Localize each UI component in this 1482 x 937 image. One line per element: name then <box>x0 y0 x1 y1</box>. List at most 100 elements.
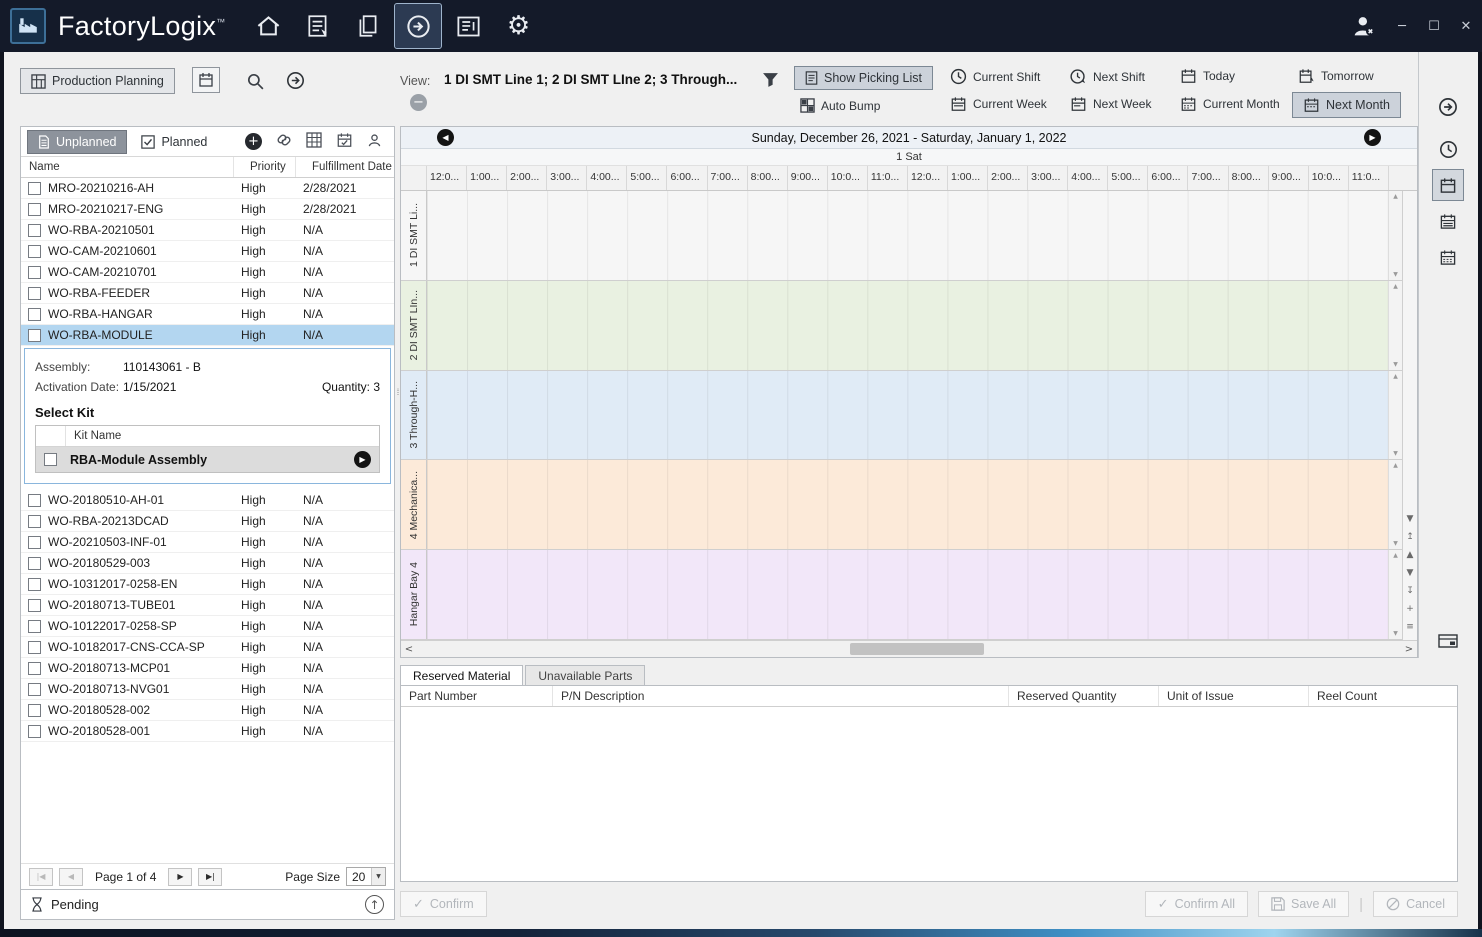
gantt-horizontal-scrollbar[interactable]: < > <box>401 640 1417 657</box>
month-view-icon[interactable] <box>1433 242 1463 272</box>
work-order-row[interactable]: WO-20180713-MCP01 High N/A <box>21 658 394 679</box>
row-checkbox[interactable] <box>28 287 41 300</box>
expand-pending-icon[interactable]: ↑ <box>365 895 384 914</box>
work-order-row[interactable]: WO-10182017-CNS-CCA-SP High N/A <box>21 637 394 658</box>
hscroll-thumb[interactable] <box>850 643 984 655</box>
user-logoff-icon[interactable] <box>1342 11 1386 41</box>
confirm-button[interactable]: ✓ Confirm <box>400 891 487 917</box>
row-checkbox[interactable] <box>28 329 41 342</box>
row-checkbox[interactable] <box>28 578 41 591</box>
tab-unavailable-parts[interactable]: Unavailable Parts <box>525 665 645 686</box>
tab-planned[interactable]: Planned <box>133 130 215 154</box>
materials-column-header[interactable]: Reel Count <box>1309 686 1457 706</box>
assign-person-icon[interactable] <box>367 133 382 151</box>
lane-scrollbar[interactable]: ▲▼ <box>1388 550 1402 639</box>
row-checkbox[interactable] <box>28 557 41 570</box>
next-week-arrow-button[interactable]: ▶ <box>1364 129 1381 146</box>
row-checkbox[interactable] <box>28 308 41 321</box>
scroll-right-icon[interactable]: > <box>1401 644 1417 655</box>
row-checkbox[interactable] <box>28 683 41 696</box>
work-order-row[interactable]: WO-RBA-20210501 High N/A <box>21 220 394 241</box>
materials-column-header[interactable]: Reserved Quantity <box>1009 686 1159 706</box>
lane-scrollbar[interactable]: ▲▼ <box>1388 460 1402 549</box>
prev-page-button[interactable]: ◀ <box>59 868 83 886</box>
scroll-down-icon[interactable]: ▼ <box>1407 515 1414 524</box>
row-checkbox[interactable] <box>28 494 41 507</box>
first-page-button[interactable]: |◀ <box>29 868 53 886</box>
cancel-button[interactable]: Cancel <box>1373 891 1458 917</box>
work-order-row[interactable]: WO-20180529-003 High N/A <box>21 553 394 574</box>
refresh-view-icon[interactable] <box>1433 92 1463 122</box>
last-page-button[interactable]: ▶| <box>198 868 222 886</box>
page-size-select[interactable]: 20 ▼ <box>346 867 386 886</box>
work-order-row[interactable]: WO-RBA-HANGAR High N/A <box>21 304 394 325</box>
current-week-button[interactable]: Current Week <box>950 96 1047 112</box>
home-icon[interactable] <box>245 4 291 48</box>
week-view-icon[interactable] <box>1433 206 1463 236</box>
scroll-down-step-icon[interactable]: ▼ <box>1407 569 1414 578</box>
lane-scrollbar[interactable]: ▲▼ <box>1388 191 1402 280</box>
shift-view-clock-icon[interactable] <box>1433 134 1463 164</box>
work-order-row[interactable]: WO-RBA-FEEDER High N/A <box>21 283 394 304</box>
materials-column-header[interactable]: Unit of Issue <box>1159 686 1309 706</box>
fit-view-icon[interactable]: ≡ <box>1406 623 1414 632</box>
production-planning-button[interactable]: Production Planning <box>20 68 175 94</box>
minimize-button[interactable]: ─ <box>1386 11 1418 41</box>
work-order-row[interactable]: WO-20180510-AH-01 High N/A <box>21 490 394 511</box>
row-checkbox[interactable] <box>28 620 41 633</box>
confirm-all-button[interactable]: ✓ Confirm All <box>1145 891 1248 917</box>
row-checkbox[interactable] <box>28 266 41 279</box>
lane-scrollbar[interactable]: ▲▼ <box>1388 281 1402 370</box>
go-to-icon[interactable] <box>286 71 305 90</box>
maximize-button[interactable]: ☐ <box>1418 11 1450 41</box>
work-order-row[interactable]: WO-20180713-TUBE01 High N/A <box>21 595 394 616</box>
reports-icon[interactable] <box>445 4 491 48</box>
next-month-button[interactable]: Next Month <box>1292 92 1401 118</box>
scroll-bottom-icon[interactable]: ↧ <box>1406 587 1414 596</box>
column-priority[interactable]: Priority <box>242 161 286 173</box>
row-checkbox[interactable] <box>28 641 41 654</box>
materials-column-header[interactable]: P/N Description <box>553 686 1009 706</box>
save-all-button[interactable]: Save All <box>1258 891 1349 917</box>
show-picking-list-button[interactable]: Show Picking List <box>794 66 933 90</box>
previous-week-arrow-button[interactable]: ◀ <box>437 129 454 146</box>
row-checkbox[interactable] <box>28 245 41 258</box>
lane-grid[interactable] <box>427 460 1388 549</box>
today-button[interactable]: Today <box>1180 68 1235 84</box>
work-order-row[interactable]: WO-20180528-001 High N/A <box>21 721 394 742</box>
row-checkbox[interactable] <box>28 515 41 528</box>
documents-icon[interactable] <box>345 4 391 48</box>
work-order-row[interactable]: WO-RBA-20213DCAD High N/A <box>21 511 394 532</box>
schedule-check-icon[interactable] <box>336 132 353 151</box>
current-shift-button[interactable]: Current Shift <box>950 68 1040 85</box>
process-definition-icon[interactable] <box>295 4 341 48</box>
collapse-minus-icon[interactable]: − <box>410 94 427 111</box>
work-order-row[interactable]: WO-CAM-20210601 High N/A <box>21 241 394 262</box>
next-week-button[interactable]: Next Week <box>1070 96 1151 112</box>
filter-icon[interactable] <box>762 72 779 88</box>
tab-reserved-material[interactable]: Reserved Material <box>400 665 523 687</box>
work-order-row[interactable]: WO-10122017-0258-SP High N/A <box>21 616 394 637</box>
lane-grid[interactable] <box>427 550 1388 639</box>
work-order-row[interactable]: WO-RBA-MODULE High N/A <box>21 325 394 346</box>
kit-checkbox[interactable] <box>44 453 57 466</box>
settings-gear-icon[interactable]: ⚙ <box>495 4 541 48</box>
row-checkbox[interactable] <box>28 203 41 216</box>
work-order-row[interactable]: WO-CAM-20210701 High N/A <box>21 262 394 283</box>
lane-scrollbar[interactable]: ▲▼ <box>1388 371 1402 460</box>
lane-grid[interactable] <box>427 371 1388 460</box>
row-checkbox[interactable] <box>28 536 41 549</box>
batch-grid-icon[interactable] <box>306 132 322 151</box>
row-checkbox[interactable] <box>28 182 41 195</box>
lane-grid[interactable] <box>427 191 1388 280</box>
legend-card-icon[interactable] <box>1433 626 1463 656</box>
scroll-left-icon[interactable]: < <box>401 644 417 655</box>
lane-grid[interactable] <box>427 281 1388 370</box>
link-icon[interactable] <box>276 132 292 151</box>
column-fulfillment-date[interactable]: Fulfillment Date <box>304 161 392 173</box>
schedule-board-button[interactable] <box>192 67 220 93</box>
production-scheduling-icon[interactable] <box>395 4 441 48</box>
close-button[interactable]: ✕ <box>1450 11 1482 41</box>
scroll-top-icon[interactable]: ↥ <box>1406 533 1414 542</box>
materials-column-header[interactable]: Part Number <box>401 686 553 706</box>
